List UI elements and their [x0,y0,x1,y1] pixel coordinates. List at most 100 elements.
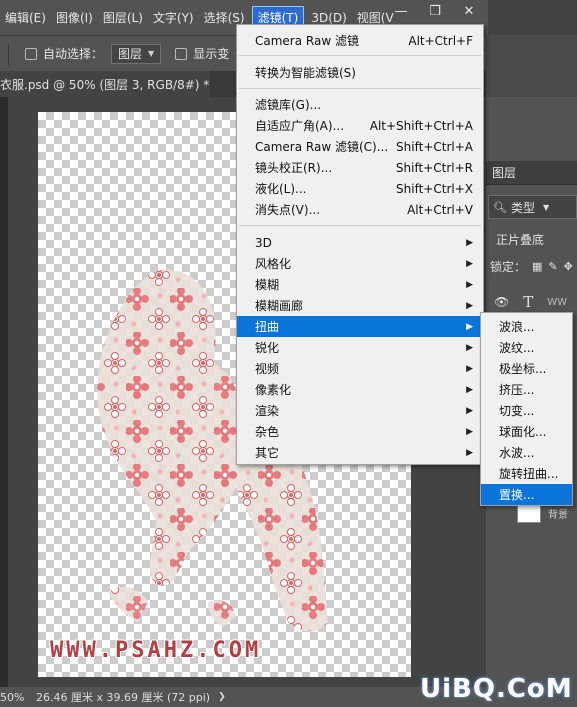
distort-submenu: 波浪... 波纹... 极坐标... 挤压... 切变... 球面化... 水波… [480,312,573,506]
menu-item-stylize[interactable]: 风格化 ▶ [237,253,483,274]
menu-item-shortcut: Shift+Ctrl+R [395,160,473,175]
auto-select-target-value: 图层 [118,47,143,61]
menu-item-shortcut: Alt+Ctrl+F [408,33,473,48]
menu-item-pixelate[interactable]: 像素化 ▶ [237,379,483,400]
menu-item-shortcut: Alt+Ctrl+V [407,202,473,217]
menu-image[interactable]: 图像(I) [51,0,98,35]
show-transform-checkbox[interactable] [175,47,188,60]
layer-kind-filter[interactable]: 🔍︎ 类型 ▼ [488,195,577,219]
submenu-arrow-icon: ▶ [466,426,473,437]
submenu-item-ripple[interactable]: 波纹... [481,337,572,358]
layers-panel-tab[interactable]: 图层 [486,161,577,185]
submenu-arrow-icon: ▶ [466,447,473,458]
menu-item-blur[interactable]: 模糊 ▶ [237,274,483,295]
menu-layer[interactable]: 图层(L) [98,0,148,35]
submenu-item-twirl[interactable]: 旋转扭曲... [481,463,572,484]
menu-item-label: 视频 [255,362,280,376]
menu-item-label: 其它 [255,446,280,460]
submenu-item-wave[interactable]: 波浪... [481,316,572,337]
submenu-arrow-icon: ▶ [466,300,473,311]
document-tab-title: 衣服.psd @ 50% (图层 3, RGB/8#) * [0,77,210,92]
menu-item-label: 锐化 [255,341,280,355]
chevron-right-icon[interactable]: ❯ [218,692,226,702]
menu-item-label: Camera Raw 滤镜 [255,34,359,48]
submenu-arrow-icon: ▶ [466,258,473,269]
menu-item-shortcut: Shift+Ctrl+X [396,181,473,196]
menu-item-camera-raw[interactable]: Camera Raw 滤镜(C)... Shift+Ctrl+A [237,136,483,157]
search-icon: 🔍︎ [493,200,507,214]
menu-item-camera-raw-last[interactable]: Camera Raw 滤镜 Alt+Ctrl+F [237,30,483,51]
corner-logo: UiBQ.CoM [420,674,573,704]
close-window-button[interactable]: ✕ [452,0,486,22]
menu-item-sharpen[interactable]: 锐化 ▶ [237,337,483,358]
blend-mode-dropdown[interactable]: 正片叠底 [488,228,577,250]
submenu-arrow-icon: ▶ [466,321,473,332]
menu-item-label: 滤镜库(G)... [255,98,322,112]
chevron-down-icon: ▼ [542,202,550,212]
auto-select-label: 自动选择： [43,47,104,61]
panel-dock-top [486,35,577,97]
menu-item-lens-correction[interactable]: 镜头校正(R)... Shift+Ctrl+R [237,157,483,178]
menu-item-label: 模糊画廊 [255,299,304,313]
visibility-eye-icon[interactable]: 👁︎ [494,295,509,309]
submenu-item-displace[interactable]: 置换... [481,484,572,505]
menu-item-label: Camera Raw 滤镜(C)... [255,140,389,154]
auto-select-checkbox[interactable] [25,47,37,60]
submenu-item-zigzag[interactable]: 水波... [481,442,572,463]
restore-button[interactable]: ❐ [418,0,452,22]
menu-item-label: 3D [255,235,272,250]
menu-item-label: 风格化 [255,257,292,271]
tools-panel-edge [0,97,8,687]
document-tab[interactable]: 衣服.psd @ 50% (图层 3, RGB/8#) * × [0,71,210,97]
minimize-button[interactable]: — [384,0,418,22]
background-layer-name: 背景 [548,510,568,521]
menu-item-label: 杂色 [255,425,280,439]
text-layer-name: WW [547,296,568,308]
background-layer-thumbnail[interactable] [517,503,541,523]
menu-item-render[interactable]: 渲染 ▶ [237,400,483,421]
menu-item-other[interactable]: 其它 ▶ [237,442,483,463]
chevron-down-icon: ▼ [148,49,155,58]
lock-pixels-icon[interactable]: ▦ [532,260,542,273]
menu-item-blur-gallery[interactable]: 模糊画廊 ▶ [237,295,483,316]
menu-item-3d[interactable]: 3D ▶ [237,232,483,253]
menu-item-adaptive-wide-angle[interactable]: 自适应广角(A)... Alt+Shift+Ctrl+A [237,115,483,136]
menu-item-distort[interactable]: 扭曲 ▶ [237,316,483,337]
submenu-arrow-icon: ▶ [466,279,473,290]
menu-item-shortcut: Alt+Shift+Ctrl+A [369,118,473,133]
submenu-item-shear[interactable]: 切变... [481,400,572,421]
menu-item-label: 模糊 [255,278,280,292]
blend-mode-value: 正片叠底 [496,232,545,247]
menu-item-label: 消失点(V)... [255,203,321,217]
menu-item-shortcut: Shift+Ctrl+A [396,139,473,154]
options-divider [8,42,9,65]
watermark-text: WWW.PSAHZ.COM [50,638,262,663]
filter-menu: Camera Raw 滤镜 Alt+Ctrl+F 转换为智能滤镜(S) 滤镜库(… [236,24,484,465]
submenu-item-polar-coordinates[interactable]: 极坐标... [481,358,572,379]
lock-row: 锁定： ▦ ✎ ✥ [488,256,577,276]
text-layer-icon: T [523,293,534,311]
lock-position-icon[interactable]: ✥ [564,260,573,273]
menu-item-liquify[interactable]: 液化(L)... Shift+Ctrl+X [237,178,483,199]
menu-item-label: 自适应广角(A)... [255,119,345,133]
document-dimensions: 26.46 厘米 x 39.69 厘米 (72 ppi) [36,691,211,704]
zoom-level[interactable]: 50% [0,691,30,704]
menu-type[interactable]: 文字(Y) [148,0,199,35]
menu-item-convert-smart-filter[interactable]: 转换为智能滤镜(S) [237,62,483,83]
text-layer-row[interactable]: 👁︎ T WW [488,290,577,314]
submenu-item-pinch[interactable]: 挤压... [481,379,572,400]
menu-edit[interactable]: 编辑(E) [0,0,51,35]
menu-item-noise[interactable]: 杂色 ▶ [237,421,483,442]
submenu-arrow-icon: ▶ [466,363,473,374]
lock-paint-icon[interactable]: ✎ [548,260,557,273]
submenu-item-spherize[interactable]: 球面化... [481,421,572,442]
auto-select-target-dropdown[interactable]: 图层 ▼ [111,43,162,64]
show-transform-label: 显示变 [193,47,230,61]
layers-panel-title: 图层 [492,166,517,180]
menu-item-video[interactable]: 视频 ▶ [237,358,483,379]
lock-label: 锁定： [490,259,527,274]
menu-item-filter-gallery[interactable]: 滤镜库(G)... [237,94,483,115]
layer-kind-value: 类型 [510,200,535,215]
menu-divider [239,55,481,56]
menu-item-vanishing-point[interactable]: 消失点(V)... Alt+Ctrl+V [237,199,483,220]
